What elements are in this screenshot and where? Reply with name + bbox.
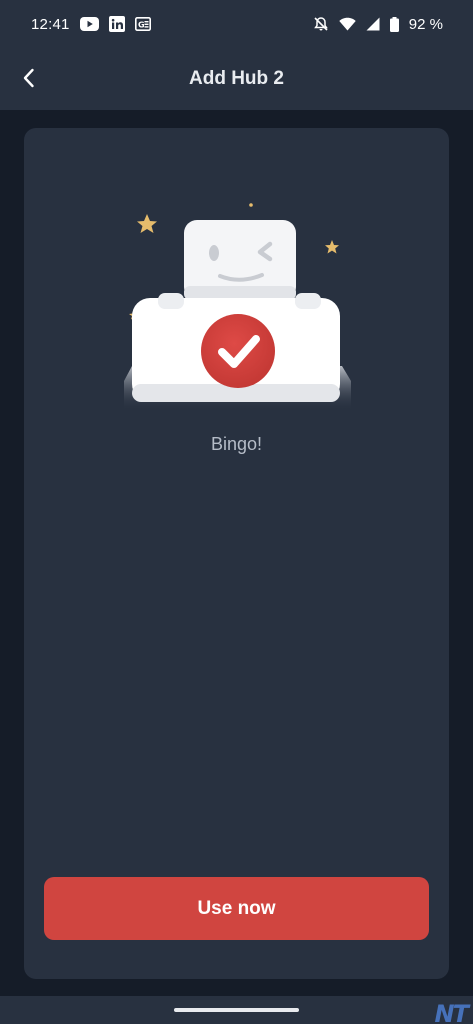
- battery-percentage: 92 %: [408, 15, 443, 33]
- battery-icon: [389, 16, 399, 32]
- star-icon: [137, 214, 157, 233]
- svg-text:G: G: [138, 21, 145, 30]
- status-right: 92 %: [313, 16, 443, 33]
- success-message: Bingo!: [210, 434, 263, 454]
- linkedin-icon: [108, 16, 125, 32]
- home-indicator[interactable]: [174, 1008, 299, 1012]
- hub-device-checkmark-illustration: [120, 198, 354, 413]
- back-button[interactable]: [14, 63, 44, 93]
- status-bar: 12:41 G 92 %: [0, 0, 473, 48]
- content-card: Bingo! Use now: [24, 128, 449, 979]
- chevron-left-icon: [23, 68, 34, 88]
- status-left: 12:41 G: [31, 16, 151, 33]
- notifications-off-icon: [313, 16, 329, 32]
- use-now-button[interactable]: Use now: [44, 877, 429, 940]
- news-icon: G: [134, 17, 151, 31]
- youtube-icon: [79, 17, 99, 31]
- app-bar: Add Hub 2: [0, 48, 473, 110]
- wifi-icon: [339, 17, 356, 31]
- watermark-logo: NT: [434, 1000, 469, 1024]
- status-time: 12:41: [31, 15, 70, 33]
- signal-icon: [366, 17, 380, 31]
- page-title: Add Hub 2: [189, 68, 284, 89]
- navigation-bar: [0, 996, 473, 1024]
